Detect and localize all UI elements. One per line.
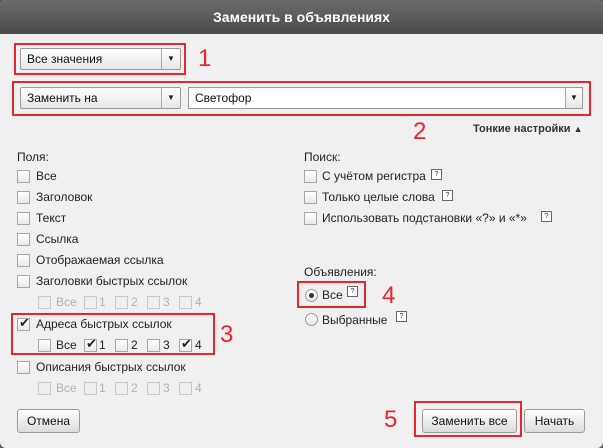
annotation-number-5: 5 — [384, 406, 398, 433]
dialog-title: Заменить в объявлениях — [0, 0, 603, 34]
quick-titles-sub-label-2: 2 — [131, 295, 138, 309]
quick-desc-sub-label-1: 1 — [99, 381, 106, 395]
quick-desc-sub-label-3: 3 — [163, 381, 170, 395]
quick-desc-sub-label-2: 2 — [131, 381, 138, 395]
annotation-box-2 — [12, 81, 591, 116]
field-label-link: Ссылка — [36, 232, 79, 246]
fields-heading: Поля: — [17, 150, 49, 164]
quick-desc-sub-checkbox-4[interactable] — [179, 382, 192, 395]
ads-label-selected: Выбранные — [322, 313, 388, 327]
field-label-all: Все — [36, 169, 57, 183]
search-heading: Поиск: — [304, 150, 341, 164]
search-label-case: С учётом регистра — [322, 169, 426, 183]
quick-titles-sub-checkbox-4[interactable] — [179, 296, 192, 309]
search-checkbox-case[interactable] — [304, 170, 317, 183]
search-checkbox-wildcards[interactable] — [304, 212, 317, 225]
annotation-number-3: 3 — [220, 321, 234, 348]
quick-desc-sub-checkbox-all[interactable] — [38, 382, 51, 395]
annotation-box-4 — [297, 281, 366, 308]
search-label-wildcards: Использовать подстановки «?» и «*» — [322, 211, 527, 225]
quick-titles-sub-checkbox-1[interactable] — [84, 296, 97, 309]
field-checkbox-text[interactable] — [17, 212, 30, 225]
quick-titles-sub-label-1: 1 — [99, 295, 106, 309]
quick-desc-sub-label-all: Все — [56, 381, 77, 395]
start-button[interactable]: Начать — [524, 409, 585, 433]
help-icon[interactable]: ? — [442, 190, 453, 201]
help-icon[interactable]: ? — [431, 169, 442, 180]
annotation-box-5 — [414, 401, 522, 437]
quick-titles-sub-checkbox-2[interactable] — [115, 296, 128, 309]
search-label-whole-words: Только целые слова — [322, 190, 435, 204]
annotation-number-1: 1 — [198, 45, 212, 72]
quick-titles-sub-label-all: Все — [56, 295, 77, 309]
ads-heading: Объявления: — [304, 265, 377, 279]
fine-settings-link[interactable]: Тонкие настройки ▲ — [473, 123, 583, 135]
field-label-quick-titles: Заголовки быстрых ссылок — [36, 274, 188, 288]
field-label-title: Заголовок — [36, 190, 93, 204]
quick-titles-sub-checkbox-3[interactable] — [147, 296, 160, 309]
annotation-box-1 — [14, 43, 186, 75]
field-checkbox-display-link[interactable] — [17, 254, 30, 267]
quick-titles-sub-checkbox-all[interactable] — [38, 296, 51, 309]
field-checkbox-title[interactable] — [17, 191, 30, 204]
expand-up-icon: ▲ — [573, 124, 583, 134]
search-checkbox-whole-words[interactable] — [304, 191, 317, 204]
quick-titles-sub-label-4: 4 — [195, 295, 202, 309]
quick-desc-sub-checkbox-1[interactable] — [84, 382, 97, 395]
ads-radio-selected[interactable] — [305, 313, 318, 326]
fine-settings-label: Тонкие настройки — [473, 123, 571, 135]
quick-desc-sub-checkbox-2[interactable] — [115, 382, 128, 395]
quick-titles-sub-label-3: 3 — [163, 295, 170, 309]
cancel-button[interactable]: Отмена — [17, 409, 80, 433]
field-checkbox-link[interactable] — [17, 233, 30, 246]
field-label-quick-descriptions: Описания быстрых ссылок — [36, 360, 186, 374]
field-label-text: Текст — [36, 211, 67, 225]
annotation-number-4: 4 — [382, 282, 396, 309]
quick-desc-sub-label-4: 4 — [195, 381, 202, 395]
quick-desc-sub-checkbox-3[interactable] — [147, 382, 160, 395]
help-icon[interactable]: ? — [541, 211, 552, 222]
field-checkbox-quick-descriptions[interactable] — [17, 361, 30, 374]
annotation-number-2: 2 — [413, 118, 427, 145]
replace-dialog: Заменить в объявлениях Все значения ▼ 1 … — [0, 0, 603, 448]
annotation-box-3 — [11, 313, 215, 355]
field-label-display-link: Отображаемая ссылка — [36, 253, 164, 267]
help-icon[interactable]: ? — [396, 311, 407, 322]
field-checkbox-all[interactable] — [17, 170, 30, 183]
field-checkbox-quick-titles[interactable] — [17, 275, 30, 288]
